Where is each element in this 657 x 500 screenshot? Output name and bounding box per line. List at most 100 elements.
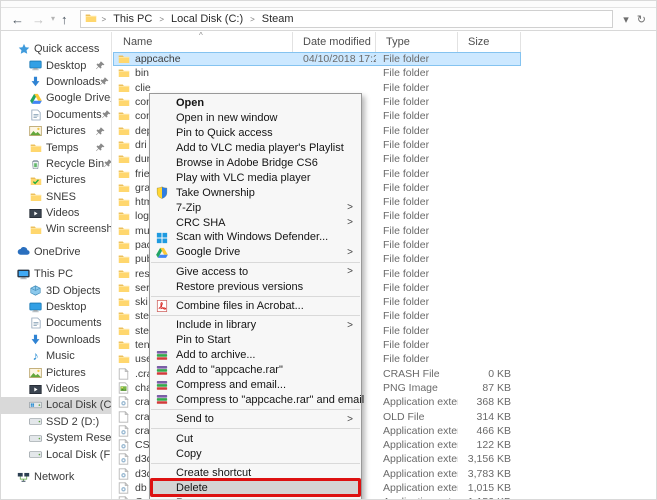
menu-item-compress-to-appcache-rar-and-email[interactable]: Compress to "appcache.rar" and email <box>150 392 364 407</box>
sidebar-item-videos[interactable]: Videos <box>1 205 111 221</box>
menu-item-open[interactable]: Open <box>150 96 361 111</box>
sidebar-item-documents[interactable]: Documents <box>1 107 111 123</box>
sidebar-item-snes[interactable]: SNES <box>1 189 111 205</box>
menu-item-browse-in-adobe-bridge-cs6[interactable]: Browse in Adobe Bridge CS6 <box>150 156 361 171</box>
column-header-label: Date modified <box>303 36 371 48</box>
history-dropdown-icon[interactable]: ▾ <box>51 15 55 23</box>
file-gear-icon <box>118 496 130 499</box>
menu-item-combine-files-in-acrobat[interactable]: Combine files in Acrobat... <box>150 299 361 314</box>
forward-button[interactable]: → <box>32 13 45 26</box>
file-size: 368 KB <box>476 396 511 409</box>
file-type: File folder <box>383 253 430 266</box>
file-gear-icon <box>118 482 130 494</box>
column-header-date-modified[interactable]: Date modified <box>293 32 376 52</box>
file-name-cell: clie <box>113 82 293 94</box>
music-icon: ♪ <box>32 349 39 364</box>
menu-item-take-ownership[interactable]: Take Ownership <box>150 185 361 200</box>
sidebar-item-downloads[interactable]: Downloads <box>1 332 111 348</box>
menu-item-compress-and-email[interactable]: Compress and email... <box>150 378 361 393</box>
menu-item-rename[interactable]: Rename <box>150 495 361 499</box>
address-dropdown-icon[interactable]: ▾ <box>623 13 629 26</box>
picture-icon <box>29 366 42 379</box>
sidebar-item-local-disk-f[interactable]: Local Disk (F:) <box>1 446 111 462</box>
menu-item-label: Copy <box>176 447 202 460</box>
sidebar-item-system-reserved-e[interactable]: System Reserved (E: <box>1 430 111 446</box>
folder-icon <box>118 168 130 180</box>
menu-item-pin-to-start[interactable]: Pin to Start <box>150 333 361 348</box>
file-size: 87 KB <box>482 381 511 394</box>
menu-item-crc-sha[interactable]: CRC SHA > <box>150 215 361 230</box>
breadcrumb-segment[interactable]: This PC <box>111 13 154 25</box>
breadcrumb-separator-icon: > <box>250 15 255 24</box>
file-name: cra <box>135 424 150 437</box>
file-type: File folder <box>383 181 430 194</box>
sidebar-item-pictures[interactable]: Pictures <box>1 364 111 380</box>
pin-icon <box>104 159 111 168</box>
sidebar-item-onedrive[interactable]: OneDrive <box>1 244 111 260</box>
column-header-type[interactable]: Type <box>376 32 458 52</box>
breadcrumb-segment[interactable]: Local Disk (C:) <box>169 13 245 25</box>
menu-item-open-in-new-window[interactable]: Open in new window <box>150 111 361 126</box>
sidebar-item-this-pc[interactable]: This PC <box>1 266 111 282</box>
sidebar-item-quick-access[interactable]: Quick access <box>1 41 111 57</box>
sidebar-item-desktop[interactable]: Desktop <box>1 57 111 73</box>
column-header-name[interactable]: Name <box>113 32 293 52</box>
sidebar-item-google-drive[interactable]: Google Drive <box>1 90 111 106</box>
sidebar-item-local-disk-c[interactable]: Local Disk (C:) <box>1 397 111 414</box>
menu-item-label: Include in library <box>176 319 257 332</box>
sidebar-item-recycle-bin[interactable]: Recycle Bin <box>1 156 111 172</box>
menu-item-pin-to-quick-access[interactable]: Pin to Quick access <box>150 126 361 141</box>
sidebar-item-label: This PC <box>34 268 74 281</box>
document-icon <box>29 108 42 121</box>
menu-item-google-drive[interactable]: Google Drive > <box>150 245 361 260</box>
menu-item-label: Pin to Start <box>176 334 231 347</box>
sidebar-item-pictures[interactable]: Pictures <box>1 123 111 139</box>
column-header-label: Name <box>123 36 153 48</box>
menu-item-label: Open in new window <box>176 112 278 125</box>
menu-item-send-to[interactable]: Send to > <box>150 412 361 427</box>
breadcrumb-segment[interactable]: Steam <box>260 13 296 25</box>
address-bar[interactable]: > This PC > Local Disk (C:) > Steam <box>79 10 614 28</box>
sidebar-item-pictures[interactable]: Pictures <box>1 172 111 188</box>
submenu-arrow-icon: > <box>347 413 353 425</box>
back-button[interactable]: ← <box>11 13 24 26</box>
up-button[interactable]: ↑ <box>61 13 68 26</box>
menu-item-delete[interactable]: Delete <box>150 478 361 498</box>
menu-item-play-with-vlc-media-player[interactable]: Play with VLC media player <box>150 170 361 185</box>
sidebar-item-videos[interactable]: Videos <box>1 381 111 397</box>
menu-item-7-zip[interactable]: 7-Zip > <box>150 200 361 215</box>
refresh-icon[interactable]: ↻ <box>637 13 646 26</box>
sidebar-item-music[interactable]: ♪ Music <box>1 348 111 364</box>
menu-item-scan-with-windows-defender[interactable]: Scan with Windows Defender... <box>150 230 361 245</box>
column-header-label: Size <box>468 36 490 48</box>
file-name-cell: bin <box>113 67 293 79</box>
sidebar-item-documents[interactable]: Documents <box>1 315 111 331</box>
file-type: CRASH File <box>383 367 440 380</box>
file-row[interactable]: appcache 04/10/2018 17:29 File folder <box>113 52 521 67</box>
menu-item-include-in-library[interactable]: Include in library > <box>150 318 361 333</box>
sidebar-item-downloads[interactable]: Downloads <box>1 74 111 90</box>
sidebar-item-temps[interactable]: Temps <box>1 139 111 155</box>
column-header-size[interactable]: Size <box>458 32 521 52</box>
sidebar-item-win-screenshots[interactable]: Win screenshots <box>1 221 111 237</box>
sidebar-item-desktop[interactable]: Desktop <box>1 299 111 315</box>
sidebar-item-label: SNES <box>46 190 76 203</box>
file-blank-icon <box>118 367 130 380</box>
sidebar-item-label: Recycle Bin <box>46 157 105 170</box>
menu-item-give-access-to[interactable]: Give access to > <box>150 264 361 279</box>
file-row[interactable]: bin File folder <box>113 66 521 80</box>
menu-item-create-shortcut[interactable]: Create shortcut <box>150 465 361 480</box>
sidebar-item-3d-objects[interactable]: 3D Objects <box>1 282 111 298</box>
menu-item-add-to-appcache-rar[interactable]: Add to "appcache.rar" <box>150 363 361 378</box>
sidebar-item-ssd-2-d[interactable]: SSD 2 (D:) <box>1 414 111 430</box>
menu-item-restore-previous-versions[interactable]: Restore previous versions <box>150 279 361 294</box>
sidebar-item-label: Music <box>46 350 75 363</box>
menu-item-add-to-archive[interactable]: Add to archive... <box>150 348 361 363</box>
file-type: File folder <box>383 324 430 337</box>
drive-win-icon <box>29 399 42 412</box>
menu-item-cut[interactable]: Cut <box>150 431 361 446</box>
sidebar-item-network[interactable]: Network <box>1 469 111 485</box>
menu-item-copy[interactable]: Copy <box>150 446 361 461</box>
menu-item-add-to-vlc-media-player-s-playlist[interactable]: Add to VLC media player's Playlist <box>150 141 361 156</box>
pin-icon <box>96 143 105 152</box>
